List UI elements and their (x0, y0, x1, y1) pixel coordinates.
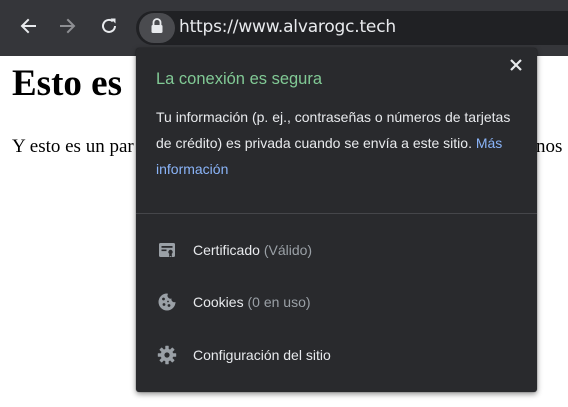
close-button[interactable] (506, 57, 526, 77)
connection-secure-title: La conexión es segura (156, 70, 323, 88)
certificate-label: Certificado (193, 242, 260, 258)
certificate-icon (156, 239, 178, 261)
lock-icon (150, 17, 164, 39)
page-paragraph: Y esto es un par (12, 136, 134, 157)
url-text[interactable]: https://www.alvarogc.tech (179, 17, 396, 37)
reload-button[interactable] (93, 12, 125, 44)
cookies-label: Cookies (193, 294, 244, 310)
cookie-icon (156, 291, 178, 313)
certificate-row[interactable]: Certificado (Válido) (136, 224, 537, 276)
site-settings-label: Configuración del sitio (193, 347, 331, 363)
certificate-status: (Válido) (263, 242, 313, 258)
page-heading: Esto es (12, 63, 122, 104)
site-settings-row[interactable]: Configuración del sitio (136, 329, 537, 381)
description-text: Tu información (p. ej., contraseñas o nú… (156, 109, 511, 151)
site-info-popup: La conexión es segura Tu información (p.… (136, 48, 537, 392)
page-paragraph-tail: nos (536, 136, 563, 157)
connection-description: Tu información (p. ej., contraseñas o nú… (156, 104, 526, 182)
arrow-left-icon (18, 16, 38, 41)
arrow-right-icon (58, 16, 78, 41)
gear-icon (156, 344, 178, 366)
back-button[interactable] (12, 12, 44, 44)
divider (136, 213, 537, 214)
reload-icon (99, 16, 119, 41)
cookies-row[interactable]: Cookies (0 en uso) (136, 276, 537, 328)
site-info-button[interactable] (139, 13, 175, 43)
cookies-count: (0 en uso) (247, 294, 311, 310)
forward-button[interactable] (52, 12, 84, 44)
close-icon (509, 58, 523, 77)
